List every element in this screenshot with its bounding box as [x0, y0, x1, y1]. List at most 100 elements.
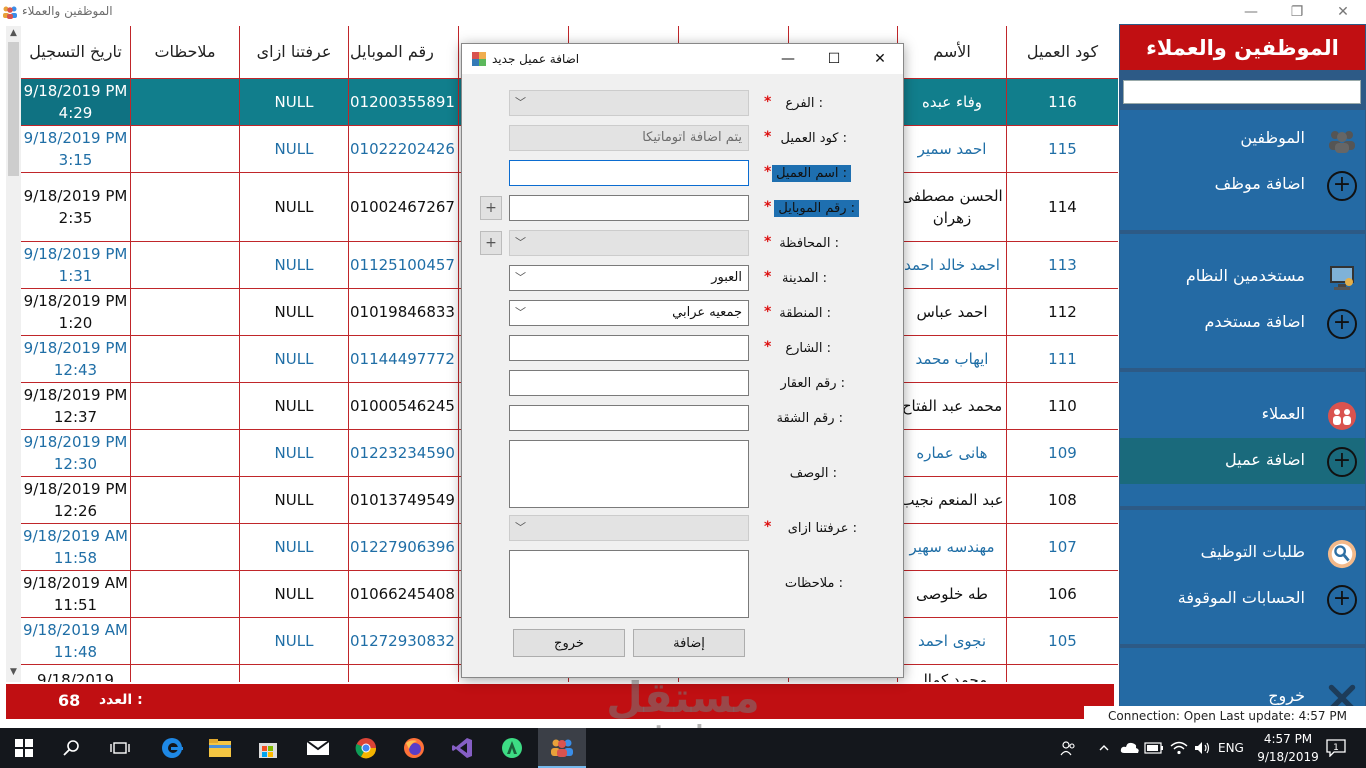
sidebar-item-employees[interactable]: الموظفين: [1120, 116, 1365, 162]
onedrive-cloud-icon[interactable]: [1120, 728, 1140, 768]
sidebar-item-job-requests[interactable]: طلبات التوظيف: [1120, 530, 1365, 576]
required-mark: *: [764, 129, 772, 145]
city-combo[interactable]: ﹀ العبور: [509, 265, 749, 291]
people-tray-icon[interactable]: [1060, 728, 1076, 768]
cell-date: 9/18/2019 AM 11:51: [23, 574, 128, 614]
restore-button[interactable]: ❐: [1274, 0, 1320, 24]
required-mark: *: [764, 269, 772, 285]
file-explorer-icon[interactable]: [196, 728, 244, 768]
cell-notes: [130, 289, 239, 335]
cell-how-known: NULL: [239, 571, 348, 617]
add-governorate-button[interactable]: +: [480, 231, 502, 255]
client-name-field[interactable]: [509, 160, 749, 186]
add-button[interactable]: إضافة: [633, 629, 745, 657]
cell-name: هانى عماره: [897, 430, 1006, 476]
chrome-browser-icon[interactable]: [342, 728, 390, 768]
taskbar-active-app-icon[interactable]: [538, 728, 586, 768]
sidebar-item-add-client[interactable]: اضافة عميل +: [1120, 438, 1365, 484]
cell-notes: [130, 173, 239, 241]
chevron-down-icon: ﹀: [515, 271, 526, 284]
header-notes[interactable]: ملاحظات: [130, 26, 239, 78]
governorate-label: المحافظة :: [779, 236, 839, 251]
sidebar-item-label: اضافة مستخدم: [1204, 312, 1305, 331]
cell-how-known: NULL: [239, 524, 348, 570]
cell-name: الحسن مصطفى زهران: [897, 173, 1006, 241]
minimize-button[interactable]: —: [1228, 0, 1274, 24]
sidebar-item-label: طلبات التوظيف: [1200, 542, 1305, 561]
header-how-known[interactable]: عرفتنا ازاى: [239, 26, 348, 78]
sidebar-item-label: مستخدمين النظام: [1185, 266, 1305, 285]
header-code[interactable]: كود العميل: [1006, 26, 1118, 78]
sidebar-item-label: اضافة موظف: [1214, 174, 1305, 193]
building-number-field[interactable]: [509, 370, 749, 396]
cell-code: 107: [1006, 524, 1118, 570]
sidebar-item-suspended-accounts[interactable]: الحسابات الموقوفة +: [1120, 576, 1365, 622]
mail-icon[interactable]: [294, 728, 342, 768]
apartment-number-field[interactable]: [509, 405, 749, 431]
dialog-minimize-button[interactable]: —: [765, 44, 811, 74]
street-field[interactable]: [509, 335, 749, 361]
windows-start-icon[interactable]: [0, 728, 48, 768]
grid-vertical-scrollbar[interactable]: ▲ ▼: [6, 26, 21, 682]
chevron-down-icon: ﹀: [515, 96, 526, 109]
cell-name: احمد خالد احمد: [897, 242, 1006, 288]
exit-button[interactable]: خروج: [513, 629, 625, 657]
firefox-browser-icon[interactable]: [390, 728, 438, 768]
header-name[interactable]: الأسم: [897, 26, 1006, 78]
store-icon[interactable]: [244, 728, 292, 768]
how-known-combo[interactable]: ﹀: [509, 515, 749, 541]
header-date[interactable]: تاريخ التسجيل: [21, 26, 130, 78]
cell-how-known: NULL: [239, 383, 348, 429]
cell-mobile: 01013749549: [348, 477, 458, 523]
cell-date: 9/18/2019 PM 12:26: [23, 480, 128, 520]
scroll-up-arrow-icon[interactable]: ▲: [6, 26, 21, 41]
plus-circle-icon: +: [1327, 447, 1357, 477]
cell-code: 111: [1006, 336, 1118, 382]
header-mobile[interactable]: رقم الموبايل: [348, 26, 458, 78]
cell-notes: [130, 430, 239, 476]
job-search-icon: [1327, 539, 1357, 569]
mobile-field[interactable]: [509, 195, 749, 221]
sidebar-item-add-employee[interactable]: اضافة موظف +: [1120, 162, 1365, 208]
taskbar-clock[interactable]: 4:57 PM 9/18/2019: [1248, 730, 1328, 766]
sidebar-item-add-user[interactable]: اضافة مستخدم +: [1120, 300, 1365, 346]
area-label: المنطقة :: [779, 306, 831, 321]
chevron-down-icon: ﹀: [515, 236, 526, 249]
governorate-combo[interactable]: ﹀: [509, 230, 749, 256]
branch-combo[interactable]: ﹀: [509, 90, 749, 116]
dialog-maximize-button[interactable]: ☐: [811, 44, 857, 74]
scroll-down-arrow-icon[interactable]: ▼: [6, 665, 21, 680]
search-icon[interactable]: [48, 728, 96, 768]
notes-textarea[interactable]: [509, 550, 749, 618]
cell-date: 9/18/2019 PM 2:35: [23, 187, 128, 227]
wifi-icon[interactable]: [1170, 728, 1188, 768]
language-indicator[interactable]: ENG: [1218, 728, 1244, 768]
dialog-app-icon: [472, 52, 486, 66]
description-textarea[interactable]: [509, 440, 749, 508]
cell-mobile: 01200355891: [348, 79, 458, 125]
task-view-icon[interactable]: [96, 728, 144, 768]
edge-browser-icon[interactable]: [148, 728, 196, 768]
cell-date: 9/18/2019 PM 4:29: [21, 79, 130, 125]
android-studio-icon[interactable]: [488, 728, 536, 768]
visual-studio-icon[interactable]: [438, 728, 486, 768]
tray-chevron-up-icon[interactable]: [1098, 728, 1110, 768]
area-combo[interactable]: ﹀ جمعيه عرابي: [509, 300, 749, 326]
sidebar-item-clients[interactable]: العملاء: [1120, 392, 1365, 438]
sidebar-search-input[interactable]: [1123, 80, 1361, 104]
battery-icon[interactable]: [1144, 728, 1164, 768]
sidebar-item-system-users[interactable]: مستخدمين النظام: [1120, 254, 1365, 300]
required-mark: *: [764, 234, 772, 250]
cell-notes: [130, 336, 239, 382]
sidebar-item-label: خروج: [1268, 686, 1305, 705]
dialog-close-button[interactable]: ✕: [857, 44, 903, 74]
cell-how-known: NULL: [239, 336, 348, 382]
cell-mobile: 01019846833: [348, 289, 458, 335]
notes-label: ملاحظات :: [784, 576, 843, 591]
notifications-icon[interactable]: 1: [1326, 728, 1346, 768]
sidebar-item-label: الموظفين: [1240, 128, 1305, 147]
scroll-thumb[interactable]: [8, 42, 19, 176]
add-mobile-button[interactable]: +: [480, 196, 502, 220]
volume-icon[interactable]: [1194, 728, 1212, 768]
close-button[interactable]: ✕: [1320, 0, 1366, 24]
